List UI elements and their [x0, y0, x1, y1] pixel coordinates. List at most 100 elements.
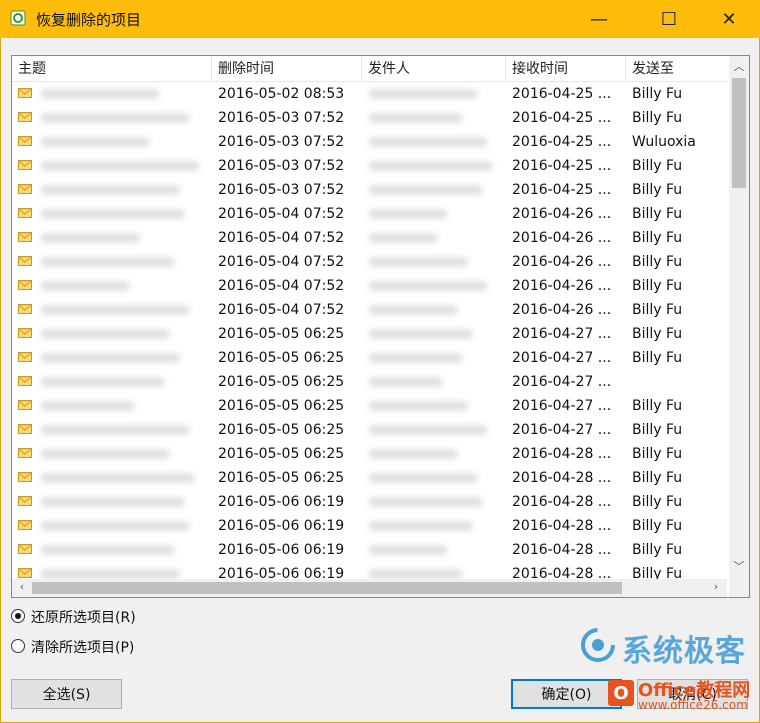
table-row[interactable]: 2016-05-06 06:19 2016-04-28 ... Billy Fu [12, 514, 727, 538]
table-row[interactable]: 2016-05-06 06:19 2016-04-28 ... Billy Fu [12, 538, 727, 562]
deleted-time-cell: 2016-05-05 06:25 [218, 470, 345, 486]
subject-redacted [40, 305, 190, 315]
watermark-logo-icon [581, 628, 615, 662]
received-time-cell: 2016-04-25 ... [512, 134, 612, 150]
envelope-icon [18, 112, 32, 122]
scroll-left-icon[interactable]: ‹ [12, 580, 32, 593]
ok-button[interactable]: 确定(O) [511, 679, 622, 709]
table-row[interactable]: 2016-05-05 06:25 2016-04-27 ... [12, 370, 727, 394]
sender-redacted [368, 473, 478, 483]
deleted-items-list[interactable]: 主题 删除时间 发件人 接收时间 发送至 2016-05-02 08:53 201… [11, 55, 750, 598]
watermark-office: O Office教程网 www.office26.com [608, 676, 756, 720]
table-row[interactable]: 2016-05-04 07:52 2016-04-26 ... Billy Fu [12, 226, 727, 250]
subject-redacted [40, 569, 180, 579]
table-row[interactable]: 2016-05-04 07:52 2016-04-26 ... Billy Fu [12, 202, 727, 226]
subject-redacted [40, 209, 185, 219]
sent-to-cell: Billy Fu [632, 206, 683, 222]
watermark-office-url: www.office26.com [638, 698, 748, 712]
envelope-icon [18, 424, 32, 434]
deleted-time-cell: 2016-05-05 06:25 [218, 374, 345, 390]
table-row[interactable]: 2016-05-05 06:25 2016-04-27 ... Billy Fu [12, 346, 727, 370]
table-row[interactable]: 2016-05-04 07:52 2016-04-26 ... Billy Fu [12, 250, 727, 274]
sent-to-cell: Billy Fu [632, 566, 683, 579]
envelope-icon [18, 208, 32, 218]
scroll-down-icon[interactable]: ﹀ [729, 558, 749, 574]
subject-redacted [40, 281, 130, 291]
list-rows: 2016-05-02 08:53 2016-04-25 ... Billy Fu 20… [12, 82, 727, 579]
sender-redacted [368, 377, 443, 387]
horizontal-scrollbar[interactable]: ‹ › [12, 579, 727, 597]
envelope-icon [18, 328, 32, 338]
column-header-received-time[interactable]: 接收时间 [506, 56, 626, 81]
sender-redacted [368, 161, 493, 171]
table-row[interactable]: 2016-05-05 06:25 2016-04-27 ... Billy Fu [12, 418, 727, 442]
subject-redacted [40, 377, 165, 387]
sender-redacted [368, 497, 483, 507]
sender-redacted [368, 425, 488, 435]
window-title: 恢复删除的项目 [36, 11, 142, 29]
table-row[interactable]: 2016-05-03 07:52 2016-04-25 ... Billy Fu [12, 178, 727, 202]
close-button[interactable]: ✕ [706, 0, 752, 38]
sent-to-cell: Billy Fu [632, 182, 683, 198]
envelope-icon [18, 136, 32, 146]
table-row[interactable]: 2016-05-05 06:25 2016-04-28 ... Billy Fu [12, 466, 727, 490]
deleted-time-cell: 2016-05-05 06:25 [218, 422, 345, 438]
table-row[interactable]: 2016-05-05 06:25 2016-04-28 ... Billy Fu [12, 442, 727, 466]
restore-radio[interactable] [11, 609, 25, 623]
table-row[interactable]: 2016-05-02 08:53 2016-04-25 ... Billy Fu [12, 82, 727, 106]
sender-redacted [368, 113, 463, 123]
sent-to-cell: Billy Fu [632, 422, 683, 438]
deleted-time-cell: 2016-05-04 07:52 [218, 206, 345, 222]
sender-redacted [368, 89, 478, 99]
office-logo-icon: O [608, 680, 634, 706]
subject-redacted [40, 161, 200, 171]
vertical-scroll-thumb[interactable] [732, 78, 746, 188]
sent-to-cell: Billy Fu [632, 230, 683, 246]
sent-to-cell [632, 370, 724, 394]
scroll-up-icon[interactable]: ︿ [729, 58, 749, 74]
subject-redacted [40, 185, 180, 195]
envelope-icon [18, 88, 32, 98]
table-row[interactable]: 2016-05-06 06:19 2016-04-28 ... Billy Fu [12, 562, 727, 579]
envelope-icon [18, 256, 32, 266]
restore-radio-label[interactable]: 还原所选项目(R) [31, 607, 136, 627]
column-header-deleted-time[interactable]: 删除时间 [212, 56, 362, 81]
maximize-button[interactable]: ☐ [646, 0, 692, 38]
column-header-sent-to[interactable]: 发送至 [626, 56, 727, 81]
purge-radio-label[interactable]: 清除所选项目(P) [31, 637, 134, 657]
minimize-button[interactable]: — [576, 0, 622, 38]
received-time-cell: 2016-04-27 ... [512, 350, 612, 366]
table-row[interactable]: 2016-05-03 07:52 2016-04-25 ... Billy Fu [12, 106, 727, 130]
table-row[interactable]: 2016-05-04 07:52 2016-04-26 ... Billy Fu [12, 274, 727, 298]
sent-to-cell: Billy Fu [632, 446, 683, 462]
table-row[interactable]: 2016-05-06 06:19 2016-04-28 ... Billy Fu [12, 490, 727, 514]
received-time-cell: 2016-04-26 ... [512, 230, 612, 246]
table-row[interactable]: 2016-05-05 06:25 2016-04-27 ... Billy Fu [12, 394, 727, 418]
column-header-subject[interactable]: 主题 [12, 56, 212, 81]
select-all-button[interactable]: 全选(S) [11, 679, 122, 709]
purge-radio[interactable] [11, 639, 25, 653]
subject-redacted [40, 449, 170, 459]
table-row[interactable]: 2016-05-04 07:52 2016-04-26 ... Billy Fu [12, 298, 727, 322]
received-time-cell: 2016-04-28 ... [512, 470, 612, 486]
envelope-icon [18, 448, 32, 458]
received-time-cell: 2016-04-28 ... [512, 542, 612, 558]
vertical-scrollbar[interactable]: ︿ ﹀ [729, 56, 749, 579]
received-time-cell: 2016-04-27 ... [512, 422, 612, 438]
sender-redacted [368, 401, 468, 411]
subject-redacted [40, 113, 190, 123]
deleted-time-cell: 2016-05-04 07:52 [218, 254, 345, 270]
sent-to-cell: Billy Fu [632, 158, 683, 174]
table-row[interactable]: 2016-05-05 06:25 2016-04-27 ... Billy Fu [12, 322, 727, 346]
horizontal-scroll-thumb[interactable] [32, 582, 622, 594]
received-time-cell: 2016-04-27 ... [512, 326, 612, 342]
sender-redacted [368, 329, 473, 339]
deleted-time-cell: 2016-05-06 06:19 [218, 542, 345, 558]
table-row[interactable]: 2016-05-03 07:52 2016-04-25 ... Wuluoxia [12, 130, 727, 154]
deleted-time-cell: 2016-05-05 06:25 [218, 398, 345, 414]
column-header-sender[interactable]: 发件人 [362, 56, 506, 81]
scroll-right-icon[interactable]: › [706, 580, 726, 593]
table-row[interactable]: 2016-05-03 07:52 2016-04-25 ... Billy Fu [12, 154, 727, 178]
envelope-icon [18, 472, 32, 482]
scroll-corner [729, 579, 749, 597]
